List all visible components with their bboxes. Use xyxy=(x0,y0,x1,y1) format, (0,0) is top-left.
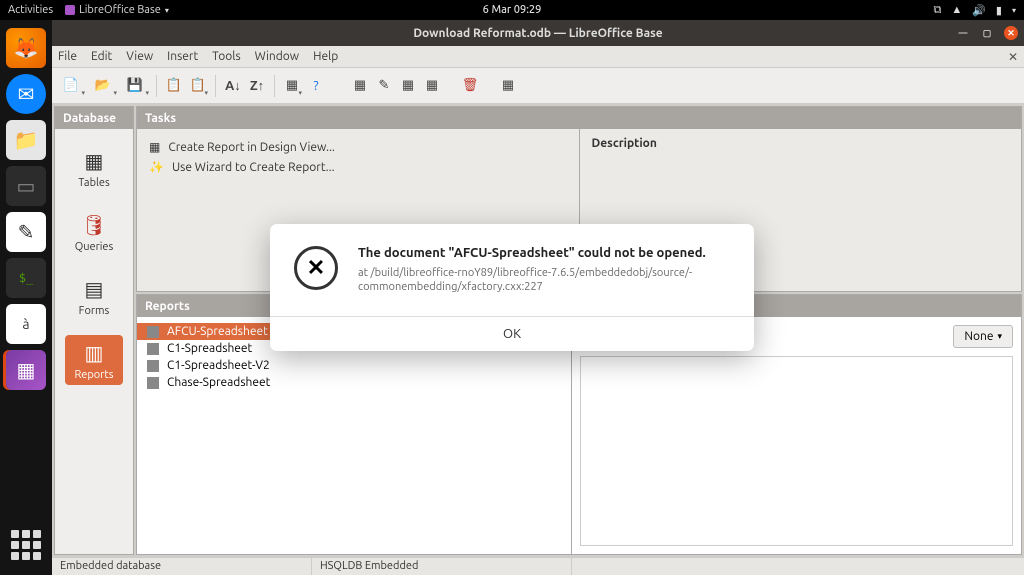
dock-characters[interactable]: à xyxy=(6,304,46,344)
dock-terminal[interactable]: $_ xyxy=(6,258,46,298)
tb-separator xyxy=(274,75,275,97)
toolbar: 📄 📂 💾 📋 📋 A↓ Z↑ ▦ ? ▦ ✎ ▦ ▦ 🗑 ▦ xyxy=(52,68,1024,104)
system-tray[interactable]: ⧉ ▲ 🔊 ▮ ▾ xyxy=(933,4,1016,17)
tb-delete-tool[interactable]: ▦ xyxy=(397,73,419,99)
menu-view[interactable]: View xyxy=(126,50,153,63)
design-view-icon: ▦ xyxy=(149,140,160,154)
tb-delete[interactable]: 🗑 xyxy=(459,73,481,99)
dropbox-icon[interactable]: ⧉ xyxy=(933,4,941,17)
reports-icon: ▥ xyxy=(85,341,104,365)
dock: 🦊 ✉ 📁 ▭ ✎ $_ à ▦ xyxy=(0,20,52,575)
minimize-button[interactable]: — xyxy=(956,26,970,40)
menu-help[interactable]: Help xyxy=(313,50,338,63)
tb-sort-desc[interactable]: Z↑ xyxy=(246,73,268,99)
chevron-down-icon[interactable]: ▾ xyxy=(1012,6,1016,15)
battery-icon[interactable]: ▮ xyxy=(996,4,1002,17)
dock-text-editor[interactable]: ✎ xyxy=(6,212,46,252)
activities-button[interactable]: Activities xyxy=(8,4,53,16)
tb-separator xyxy=(215,75,216,97)
preview-mode-dropdown[interactable]: None ▾ xyxy=(953,325,1013,348)
statusbar: Embedded database HSQLDB Embedded xyxy=(52,557,1024,575)
queries-icon: 🛢 xyxy=(81,213,106,237)
menubar: File Edit View Insert Tools Window Help … xyxy=(52,46,1024,68)
dialog-detail: at /build/libreoffice-rnoY89/libreoffice… xyxy=(358,266,730,295)
report-item[interactable]: C1-Spreadsheet-V2 xyxy=(137,357,571,374)
description-label: Description xyxy=(592,137,1010,150)
forms-icon: ▤ xyxy=(85,277,104,301)
report-icon xyxy=(147,326,159,338)
tb-new[interactable]: 📄 xyxy=(56,73,86,99)
task-wizard[interactable]: ✨ Use Wizard to Create Report... xyxy=(149,157,567,177)
tb-open[interactable]: 📂 xyxy=(88,73,118,99)
error-icon: ✕ xyxy=(294,246,338,290)
db-forms[interactable]: ▤ Forms xyxy=(65,271,123,321)
close-button[interactable]: ✕ xyxy=(1004,26,1018,40)
dialog-ok-button[interactable]: OK xyxy=(270,316,754,351)
error-dialog: ✕ The document "AFCU-Spreadsheet" could … xyxy=(270,224,754,352)
wizard-icon: ✨ xyxy=(149,160,164,174)
report-item[interactable]: Chase-Spreadsheet xyxy=(137,374,571,391)
tb-separator xyxy=(156,75,157,97)
tb-rename[interactable]: ▦ xyxy=(421,73,443,99)
preview-pane: None ▾ xyxy=(571,317,1022,554)
dock-show-apps[interactable] xyxy=(8,527,44,563)
database-panel-header: Database xyxy=(55,107,133,129)
dock-firefox[interactable]: 🦊 xyxy=(6,28,46,68)
tb-paste[interactable]: 📋 xyxy=(187,73,209,99)
preview-area xyxy=(580,356,1014,546)
titlebar[interactable]: Download Reformat.odb — LibreOffice Base… xyxy=(52,20,1024,46)
database-panel: Database ▦ Tables 🛢 Queries ▤ Forms ▥ Re… xyxy=(54,106,134,555)
menu-tools[interactable]: Tools xyxy=(212,50,241,63)
clock[interactable]: 6 Mar 09:29 xyxy=(483,4,542,16)
status-db-type: Embedded database xyxy=(52,558,312,575)
menu-insert[interactable]: Insert xyxy=(167,50,198,63)
db-tables[interactable]: ▦ Tables xyxy=(65,143,123,193)
dialog-title: The document "AFCU-Spreadsheet" could no… xyxy=(358,246,730,260)
close-document-icon[interactable]: ✕ xyxy=(1008,50,1018,64)
dock-app-4[interactable]: ▭ xyxy=(6,166,46,206)
menu-window[interactable]: Window xyxy=(255,50,299,63)
db-queries[interactable]: 🛢 Queries xyxy=(65,207,123,257)
tb-copy[interactable]: 📋 xyxy=(163,73,185,99)
tb-save[interactable]: 💾 xyxy=(120,73,150,99)
chevron-down-icon: ▾ xyxy=(997,331,1002,342)
report-icon xyxy=(147,377,159,389)
dock-files[interactable]: 📁 xyxy=(6,120,46,160)
tb-edit[interactable]: ✎ xyxy=(373,73,395,99)
window-title: Download Reformat.odb — LibreOffice Base xyxy=(413,27,662,40)
maximize-button[interactable]: ▢ xyxy=(980,26,994,40)
chevron-down-icon: ▾ xyxy=(165,6,169,15)
task-create-design[interactable]: ▦ Create Report in Design View... xyxy=(149,137,567,157)
base-app-icon xyxy=(65,5,75,15)
gnome-top-bar: Activities LibreOffice Base ▾ 6 Mar 09:2… xyxy=(0,0,1024,20)
app-menu[interactable]: LibreOffice Base ▾ xyxy=(65,4,169,16)
tasks-header: Tasks xyxy=(137,107,1021,129)
tables-icon: ▦ xyxy=(85,149,104,173)
dock-thunderbird[interactable]: ✉ xyxy=(6,74,46,114)
status-engine: HSQLDB Embedded xyxy=(312,558,572,575)
menu-edit[interactable]: Edit xyxy=(91,50,112,63)
db-reports[interactable]: ▥ Reports xyxy=(65,335,123,385)
tb-help[interactable]: ? xyxy=(305,73,327,99)
volume-icon[interactable]: 🔊 xyxy=(972,4,986,17)
network-icon[interactable]: ▲ xyxy=(951,4,962,16)
report-icon xyxy=(147,343,159,355)
dock-libreoffice-base[interactable]: ▦ xyxy=(6,350,46,390)
report-icon xyxy=(147,360,159,372)
reports-list: AFCU-Spreadsheet C1-Spreadsheet C1-Sprea… xyxy=(137,317,571,554)
tb-report-wizard[interactable]: ▦ xyxy=(497,73,519,99)
tb-form[interactable]: ▦ xyxy=(281,73,303,99)
tb-sort-asc[interactable]: A↓ xyxy=(222,73,244,99)
tb-new-report[interactable]: ▦ xyxy=(349,73,371,99)
menu-file[interactable]: File xyxy=(58,50,77,63)
